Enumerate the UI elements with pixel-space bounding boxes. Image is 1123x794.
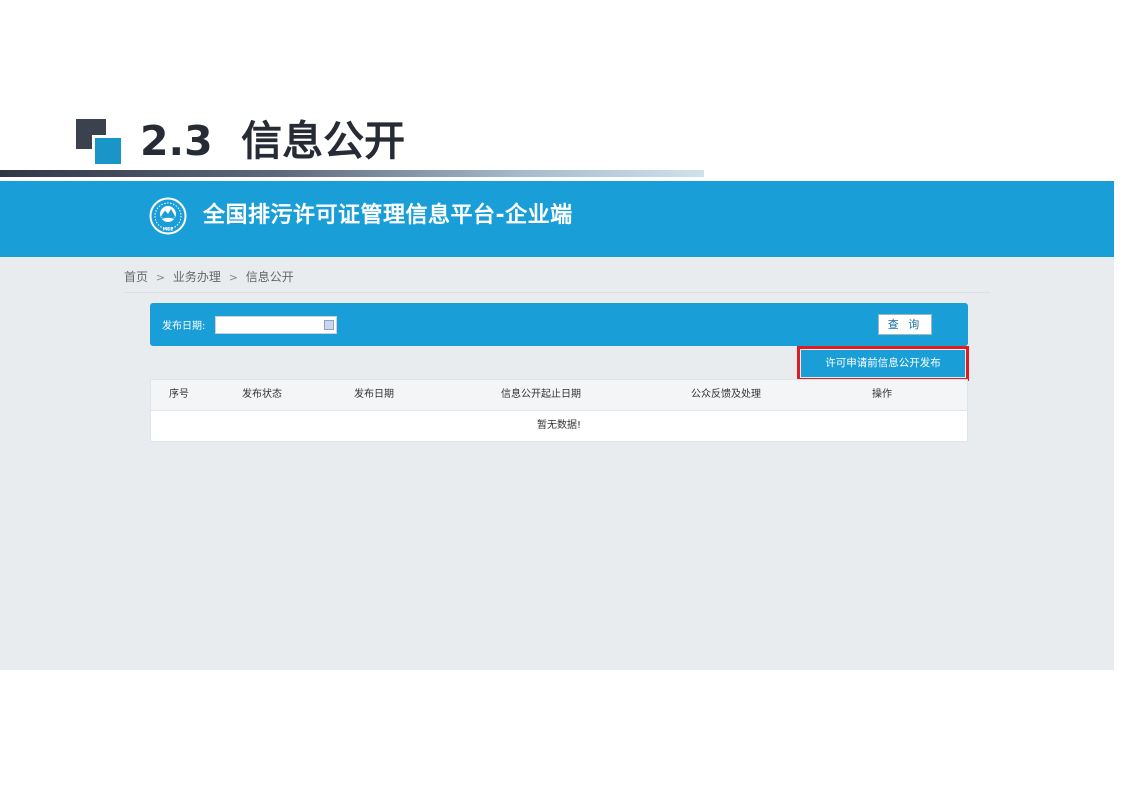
app-title: 全国排污许可证管理信息平台-企业端 bbox=[203, 203, 573, 228]
heading-underline bbox=[0, 170, 704, 177]
publish-date-input[interactable] bbox=[215, 316, 337, 334]
table-header: 序号 发布状态 发布日期 信息公开起止日期 公众反馈及处理 操作 bbox=[151, 380, 967, 411]
search-bar: 发布日期: 查 询 bbox=[150, 303, 968, 346]
mee-emblem-icon: MEE bbox=[149, 197, 187, 235]
column-header-actions: 操作 bbox=[872, 389, 892, 400]
breadcrumb-business[interactable]: 业务办理 bbox=[173, 270, 221, 284]
column-header-period: 信息公开起止日期 bbox=[501, 389, 581, 400]
breadcrumb-separator: > bbox=[155, 271, 166, 284]
column-header-feedback: 公众反馈及处理 bbox=[691, 389, 761, 400]
column-header-status: 发布状态 bbox=[242, 389, 282, 400]
slide-title: 2.3 信息公开 bbox=[140, 117, 406, 165]
pre-application-publish-button[interactable]: 许可申请前信息公开发布 bbox=[801, 350, 965, 377]
breadcrumb-divider bbox=[124, 292, 990, 293]
breadcrumb-separator: > bbox=[228, 271, 238, 284]
column-header-date: 发布日期 bbox=[354, 389, 394, 400]
svg-text:MEE: MEE bbox=[163, 227, 174, 233]
table-body: 暂无数据! bbox=[151, 411, 967, 441]
app-screenshot: MEE 全国排污许可证管理信息平台-企业端 首页 > 业务办理 > 信息公开 发… bbox=[0, 181, 1114, 670]
breadcrumb-current: 信息公开 bbox=[245, 270, 294, 284]
app-header: MEE 全国排污许可证管理信息平台-企业端 bbox=[0, 181, 1114, 257]
breadcrumb: 首页 > 业务办理 > 信息公开 bbox=[124, 267, 294, 288]
info-table: 序号 发布状态 发布日期 信息公开起止日期 公众反馈及处理 操作 暂无数据! bbox=[150, 379, 968, 442]
publish-date-label: 发布日期: bbox=[162, 321, 206, 332]
query-button[interactable]: 查 询 bbox=[878, 314, 932, 335]
column-header-index: 序号 bbox=[169, 389, 189, 400]
calendar-icon[interactable] bbox=[324, 320, 334, 330]
empty-message: 暂无数据! bbox=[536, 420, 581, 431]
breadcrumb-home[interactable]: 首页 bbox=[124, 270, 148, 284]
heading-square-blue-icon bbox=[92, 135, 124, 167]
